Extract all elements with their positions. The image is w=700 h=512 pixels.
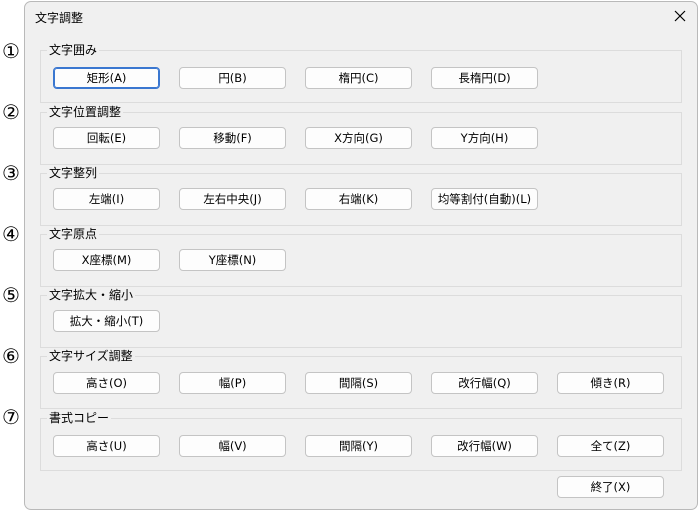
close-icon [674,10,686,22]
marker-5: ⑤ [2,283,20,307]
align-right-button[interactable]: 右端(K) [305,188,412,210]
copy-line-spacing-button[interactable]: 改行幅(W) [431,435,538,457]
justify-auto-button[interactable]: 均等割付(自動)(L) [431,188,538,210]
copy-spacing-button[interactable]: 間隔(Y) [305,435,412,457]
x-direction-button[interactable]: X方向(G) [305,127,412,149]
exit-button[interactable]: 終了(X) [557,476,664,498]
size-height-button[interactable]: 高さ(O) [53,372,160,394]
group-text-position: 文字位置調整 回転(E) 移動(F) X方向(G) Y方向(H) [40,104,682,165]
marker-7: ⑦ [2,405,20,429]
copy-height-button[interactable]: 高さ(U) [53,435,160,457]
group-format-copy: 書式コピー 高さ(U) 幅(V) 間隔(Y) 改行幅(W) 全て(Z) [40,410,682,471]
group-label: 文字位置調整 [47,104,124,120]
copy-all-button[interactable]: 全て(Z) [557,435,664,457]
size-width-button[interactable]: 幅(P) [179,372,286,394]
marker-2: ② [2,100,20,124]
group-text-enclose: 文字囲み 矩形(A) 円(B) 楕円(C) 長楕円(D) [40,42,682,103]
x-coordinate-button[interactable]: X座標(M) [53,249,160,271]
size-line-spacing-button[interactable]: 改行幅(Q) [431,372,538,394]
group-label: 書式コピー [47,410,112,426]
group-label: 文字原点 [47,226,100,242]
circle-button[interactable]: 円(B) [179,67,286,89]
close-button[interactable] [669,5,691,27]
copy-width-button[interactable]: 幅(V) [179,435,286,457]
group-text-align: 文字整列 左端(I) 左右中央(J) 右端(K) 均等割付(自動)(L) [40,165,682,226]
rectangle-button[interactable]: 矩形(A) [53,67,160,89]
move-button[interactable]: 移動(F) [179,127,286,149]
group-text-size: 文字サイズ調整 高さ(O) 幅(P) 間隔(S) 改行幅(Q) 傾き(R) [40,348,682,409]
y-coordinate-button[interactable]: Y座標(N) [179,249,286,271]
scale-button[interactable]: 拡大・縮小(T) [53,310,160,332]
rotate-button[interactable]: 回転(E) [53,127,160,149]
y-direction-button[interactable]: Y方向(H) [431,127,538,149]
group-text-origin: 文字原点 X座標(M) Y座標(N) [40,226,682,287]
size-slant-button[interactable]: 傾き(R) [557,372,664,394]
marker-4: ④ [2,222,20,246]
size-spacing-button[interactable]: 間隔(S) [305,372,412,394]
group-label: 文字整列 [47,165,100,181]
text-adjust-dialog: 文字調整 文字囲み 矩形(A) 円(B) 楕円(C) 長楕円(D) 文字位置調整… [24,1,698,510]
marker-6: ⑥ [2,344,20,368]
dialog-title: 文字調整 [35,11,84,25]
marker-1: ① [2,39,20,63]
ellipse-button[interactable]: 楕円(C) [305,67,412,89]
long-ellipse-button[interactable]: 長楕円(D) [431,67,538,89]
marker-3: ③ [2,161,20,185]
group-label: 文字囲み [47,42,100,58]
group-label: 文字サイズ調整 [47,348,135,364]
group-label: 文字拡大・縮小 [47,287,136,303]
align-left-button[interactable]: 左端(I) [53,188,160,210]
group-text-scale: 文字拡大・縮小 拡大・縮小(T) [40,287,682,348]
align-center-button[interactable]: 左右中央(J) [179,188,286,210]
